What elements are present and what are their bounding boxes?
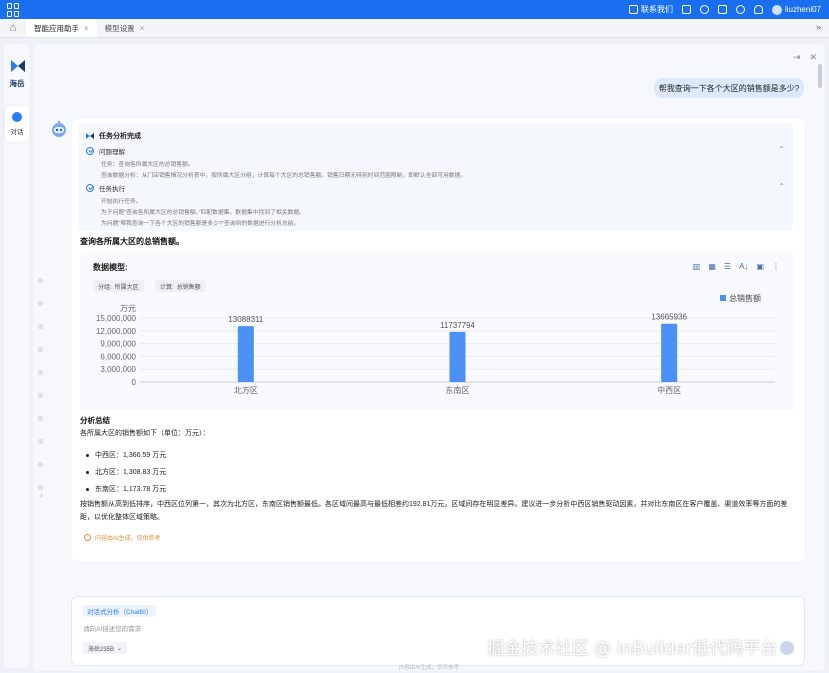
task-icon[interactable]	[735, 5, 745, 14]
tab-model-settings[interactable]: 模型设置 ×	[97, 19, 153, 37]
chevron-down-icon: ⌄	[117, 645, 123, 652]
bar-chart-icon[interactable]: ▥	[693, 262, 701, 271]
step-text: 为子问题“查询各所属大区的总销售额。”匹配数据集，数据集中找到了相关数据。	[101, 210, 305, 216]
task-steps: 任务分析完成 问题理解 ⌃ 任务：查询各所属大区的总销售额。 查询数据分析：从门…	[79, 123, 793, 231]
contact-link[interactable]: 联系我们	[628, 4, 673, 15]
chevron-right-icon[interactable]: ›	[40, 490, 43, 500]
home-icon[interactable]: ⌂	[0, 18, 26, 37]
chart-card: 数据模型: 分组: 所属大区 计算: 总销售额 ▥ ▦ ☰ A↓ ▣ ⋮ 万元 1…	[80, 252, 794, 410]
data-label: 13665936	[651, 313, 687, 322]
bar	[449, 331, 466, 382]
chat-input[interactable]: 请向AI描述您的需求	[83, 623, 141, 633]
bot-avatar-icon	[52, 120, 66, 137]
model-title: 数据模型:	[93, 263, 128, 272]
x-tick-label: 中西区	[657, 385, 681, 395]
expand-icon[interactable]	[681, 5, 691, 14]
y-unit-label: 万元	[120, 304, 136, 313]
user-menu[interactable]: liuzheni07	[771, 4, 821, 15]
avatar	[771, 4, 782, 15]
y-tick-label: 12,000,000	[96, 327, 137, 336]
legend-label: 总销售额	[729, 293, 761, 303]
sidebar: 海岳 对话	[4, 44, 30, 668]
sort-icon[interactable]: A↓	[739, 262, 748, 271]
table-icon[interactable]: ▦	[708, 262, 716, 271]
chevron-up-icon[interactable]: ⌃	[778, 182, 785, 191]
chevron-up-icon[interactable]: ⌃	[778, 145, 785, 154]
footnote: 内容由AI生成，仅供参考	[398, 665, 460, 671]
list-item: 中西区：1,366.59 万元	[86, 450, 166, 460]
exit-panel-icon[interactable]: ⇥	[793, 52, 801, 63]
y-tick-label: 3,000,000	[100, 365, 136, 374]
send-icon[interactable]	[780, 641, 794, 655]
warning-icon	[84, 534, 91, 541]
more-icon[interactable]: ⋮	[772, 262, 780, 271]
step-understanding[interactable]: 问题理解	[86, 146, 125, 156]
assistant-answer: 任务分析完成 问题理解 ⌃ 任务：查询各所属大区的总销售额。 查询数据分析：从门…	[72, 119, 804, 561]
main-panel: ⇥ ✕ 帮我查询一下各个大区的销售额是多少? › 任务分析完成 问题理解 ⌃ 任…	[33, 44, 825, 671]
summary-title: 分析总结	[80, 416, 110, 425]
mail-icon[interactable]	[717, 5, 727, 14]
step-text: 为问题“帮我查询一下各个大区的销售额是多少?”查询到的数据进行分析总结。	[101, 221, 300, 227]
summary-paragraph: 按销售额从高到低排序，中西区位列第一，其次为北方区，东南区销售额最低。各区域间最…	[80, 501, 788, 521]
chat-icon	[12, 112, 22, 122]
sales-bar-chart: 万元15,000,000 12,000,000 9,000,000 6,000,000…	[96, 293, 775, 395]
theme-icon[interactable]	[699, 5, 709, 14]
list-item: 北方区：1,308.83 万元	[86, 467, 166, 477]
close-panel-icon[interactable]: ✕	[809, 52, 817, 63]
x-tick-label: 北方区	[234, 385, 258, 395]
app-grid-icon[interactable]	[7, 2, 21, 17]
y-tick-label: 9,000,000	[100, 340, 136, 349]
tab-bar: ⌂ 智能应用助手 × 模型设置 × »	[0, 19, 829, 38]
bar	[661, 323, 678, 382]
scrollbar[interactable]	[818, 64, 822, 88]
chart-toolbar: ▥ ▦ ☰ A↓ ▣ ⋮	[693, 262, 780, 271]
step-execution[interactable]: 任务执行	[86, 183, 125, 193]
bar	[237, 326, 254, 382]
summary-intro: 各所属大区的销售额如下（单位：万元）：	[80, 430, 210, 437]
mode-badge[interactable]: 对话式分析（ChatBI）	[83, 605, 157, 617]
pivot-icon[interactable]: ☰	[724, 262, 731, 271]
step-text: 开始执行任务。	[101, 199, 142, 205]
scroll-markers	[38, 278, 43, 508]
step-text: 查询数据分析：从门店销售情况分析表中，按所属大区分组，计算每个大区的总销售额。销…	[101, 173, 467, 179]
data-label: 11737794	[440, 321, 476, 330]
legend-swatch	[720, 295, 726, 301]
close-icon[interactable]: ×	[84, 24, 89, 33]
step-text: 任务：查询各所属大区的总销售额。	[101, 162, 194, 168]
user-message: 帮我查询一下各个大区的销售额是多少?	[654, 78, 804, 98]
task-title: 任务分析完成	[86, 131, 141, 141]
fullscreen-icon[interactable]: ▣	[756, 262, 764, 271]
tab-assistant[interactable]: 智能应用助手 ×	[26, 19, 97, 37]
phone-icon	[628, 5, 638, 14]
check-icon	[86, 147, 94, 155]
sidebar-item-chat[interactable]: 对话	[5, 106, 29, 142]
query-title: 查询各所属大区的总销售额。	[80, 237, 184, 246]
y-tick-label: 6,000,000	[100, 352, 136, 361]
close-icon[interactable]: ×	[140, 24, 145, 33]
model-select[interactable]: 海岳235B ⌄	[83, 642, 128, 654]
top-bar: 联系我们 liuzheni07	[0, 0, 829, 19]
brand-name: 海岳	[9, 79, 25, 88]
watermark: 掘金技术社区 @ inBuilder低代码平台	[487, 639, 778, 659]
brand-logo-icon	[11, 60, 25, 72]
task-logo-icon	[86, 133, 94, 139]
notification-icon[interactable]	[753, 5, 763, 14]
y-tick-label: 15,000,000	[96, 314, 137, 323]
x-tick-label: 东南区	[446, 385, 470, 395]
y-tick-label: 0	[132, 378, 137, 387]
ai-disclaimer: 内容由AI生成，仅供参考	[84, 533, 161, 542]
double-chevron-icon[interactable]: »	[816, 22, 821, 32]
data-label: 13088311	[228, 315, 264, 324]
list-item: 东南区：1,173.78 万元	[86, 484, 166, 494]
check-icon	[86, 184, 94, 192]
